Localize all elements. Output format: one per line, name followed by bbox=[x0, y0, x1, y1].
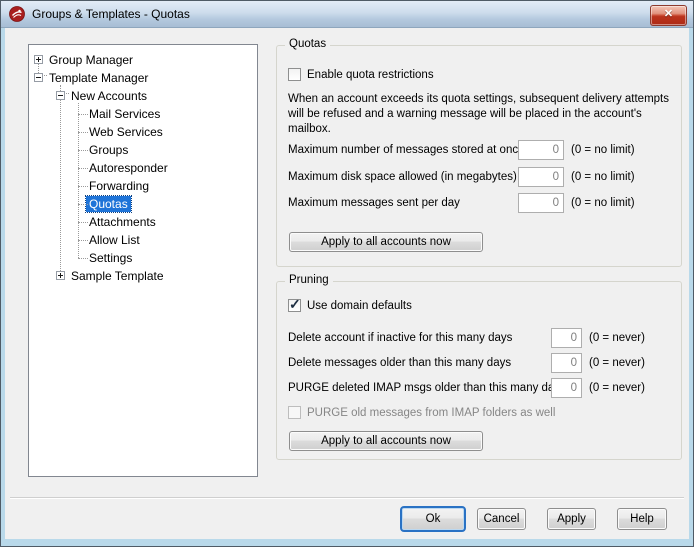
tree-item-label[interactable]: Allow List bbox=[86, 232, 143, 248]
close-button[interactable]: ✕ bbox=[650, 5, 687, 26]
tree-connector bbox=[78, 168, 88, 169]
tree-item-web-services[interactable]: Web Services bbox=[29, 123, 257, 140]
purge-imap-label: PURGE deleted IMAP msgs older than this … bbox=[288, 382, 566, 394]
collapse-minus-icon[interactable] bbox=[34, 73, 43, 82]
tree-item-autoresponder[interactable]: Autoresponder bbox=[29, 159, 257, 176]
tree-item-quotas[interactable]: Quotas bbox=[29, 195, 257, 212]
max-messages-hint: (0 = no limit) bbox=[571, 144, 635, 156]
tree-connector bbox=[78, 186, 88, 187]
tree-item-groups[interactable]: Groups bbox=[29, 141, 257, 158]
tree-item-template-manager[interactable]: Template Manager bbox=[29, 69, 257, 86]
quotas-apply-all-button[interactable]: Apply to all accounts now bbox=[289, 232, 483, 252]
use-domain-defaults-checkbox[interactable]: ✓ bbox=[288, 299, 301, 312]
max-disk-label: Maximum disk space allowed (in megabytes… bbox=[288, 171, 517, 183]
tree-item-settings[interactable]: Settings bbox=[29, 249, 257, 266]
footer-separator bbox=[10, 497, 684, 499]
tree-item-label-selected[interactable]: Quotas bbox=[86, 196, 131, 212]
tree-item-allow-list[interactable]: Allow List bbox=[29, 231, 257, 248]
max-sent-label: Maximum messages sent per day bbox=[288, 197, 460, 209]
pruning-apply-all-button[interactable]: Apply to all accounts now bbox=[289, 431, 483, 451]
use-domain-defaults-label[interactable]: Use domain defaults bbox=[307, 300, 412, 312]
max-messages-input[interactable] bbox=[518, 140, 564, 160]
delete-older-input[interactable] bbox=[551, 353, 582, 373]
tree-item-label[interactable]: Web Services bbox=[86, 124, 166, 140]
tree-item-label[interactable]: Group Manager bbox=[46, 52, 136, 68]
tree-item-label[interactable]: Sample Template bbox=[68, 268, 167, 284]
app-logo-icon bbox=[9, 6, 25, 22]
tree-connector bbox=[78, 222, 88, 223]
max-sent-hint: (0 = no limit) bbox=[571, 197, 635, 209]
ok-button[interactable]: Ok bbox=[400, 506, 466, 532]
tree-item-label[interactable]: Attachments bbox=[86, 214, 159, 230]
tree-connector bbox=[78, 258, 88, 259]
max-messages-label: Maximum number of messages stored at onc… bbox=[288, 144, 525, 156]
tree-item-label[interactable]: Mail Services bbox=[86, 106, 163, 122]
tree-connector bbox=[78, 132, 88, 133]
quotas-group: Quotas Enable quota restrictions When an… bbox=[276, 45, 682, 267]
tree-item-label[interactable]: Template Manager bbox=[46, 70, 151, 86]
enable-quota-checkbox[interactable] bbox=[288, 68, 301, 81]
tree-item-attachments[interactable]: Attachments bbox=[29, 213, 257, 230]
delete-older-hint: (0 = never) bbox=[589, 357, 645, 369]
delete-inactive-label: Delete account if inactive for this many… bbox=[288, 332, 512, 344]
pruning-group-title: Pruning bbox=[285, 274, 333, 286]
purge-old-imap-checkbox[interactable] bbox=[288, 406, 301, 419]
tree-connector bbox=[78, 240, 88, 241]
dialog-window: Groups & Templates - Quotas ✕ Group Mana… bbox=[0, 0, 694, 547]
enable-quota-label[interactable]: Enable quota restrictions bbox=[307, 69, 434, 81]
tree-item-label[interactable]: New Accounts bbox=[68, 88, 150, 104]
tree-connector bbox=[78, 114, 88, 115]
cancel-button[interactable]: Cancel bbox=[477, 508, 526, 530]
expand-plus-icon[interactable] bbox=[56, 271, 65, 280]
delete-inactive-hint: (0 = never) bbox=[589, 332, 645, 344]
tree-item-mail-services[interactable]: Mail Services bbox=[29, 105, 257, 122]
purge-imap-hint: (0 = never) bbox=[589, 382, 645, 394]
tree-item-label[interactable]: Groups bbox=[86, 142, 131, 158]
quota-description: When an account exceeds its quota settin… bbox=[288, 92, 670, 137]
title-bar: Groups & Templates - Quotas ✕ bbox=[1, 1, 693, 28]
delete-inactive-input[interactable] bbox=[551, 328, 582, 348]
pruning-group: Pruning ✓ Use domain defaults Delete acc… bbox=[276, 281, 682, 460]
quotas-group-title: Quotas bbox=[285, 38, 330, 50]
purge-imap-input[interactable] bbox=[551, 378, 582, 398]
tree-connector bbox=[78, 150, 88, 151]
tree-item-new-accounts[interactable]: New Accounts bbox=[29, 87, 257, 104]
tree-connector bbox=[78, 204, 88, 205]
purge-old-imap-label: PURGE old messages from IMAP folders as … bbox=[307, 407, 555, 419]
tree-item-label[interactable]: Settings bbox=[86, 250, 135, 266]
tree-item-forwarding[interactable]: Forwarding bbox=[29, 177, 257, 194]
apply-button[interactable]: Apply bbox=[547, 508, 596, 530]
max-disk-hint: (0 = no limit) bbox=[571, 171, 635, 183]
tree-item-group-manager[interactable]: Group Manager bbox=[29, 51, 257, 68]
window-title: Groups & Templates - Quotas bbox=[32, 7, 190, 21]
delete-older-label: Delete messages older than this many day… bbox=[288, 357, 511, 369]
tree-item-label[interactable]: Forwarding bbox=[86, 178, 152, 194]
max-sent-input[interactable] bbox=[518, 193, 564, 213]
checkmark-icon: ✓ bbox=[289, 296, 301, 313]
tree-item-sample-template[interactable]: Sample Template bbox=[29, 267, 257, 284]
tree-line bbox=[60, 85, 61, 275]
help-button[interactable]: Help bbox=[617, 508, 667, 530]
max-disk-input[interactable] bbox=[518, 167, 564, 187]
tree-line bbox=[78, 103, 79, 258]
dialog-content: Group Manager Template Manager New Accou… bbox=[5, 28, 689, 539]
expand-plus-icon[interactable] bbox=[34, 55, 43, 64]
tree-item-label[interactable]: Autoresponder bbox=[86, 160, 171, 176]
collapse-minus-icon[interactable] bbox=[56, 91, 65, 100]
navigation-tree[interactable]: Group Manager Template Manager New Accou… bbox=[28, 44, 258, 477]
